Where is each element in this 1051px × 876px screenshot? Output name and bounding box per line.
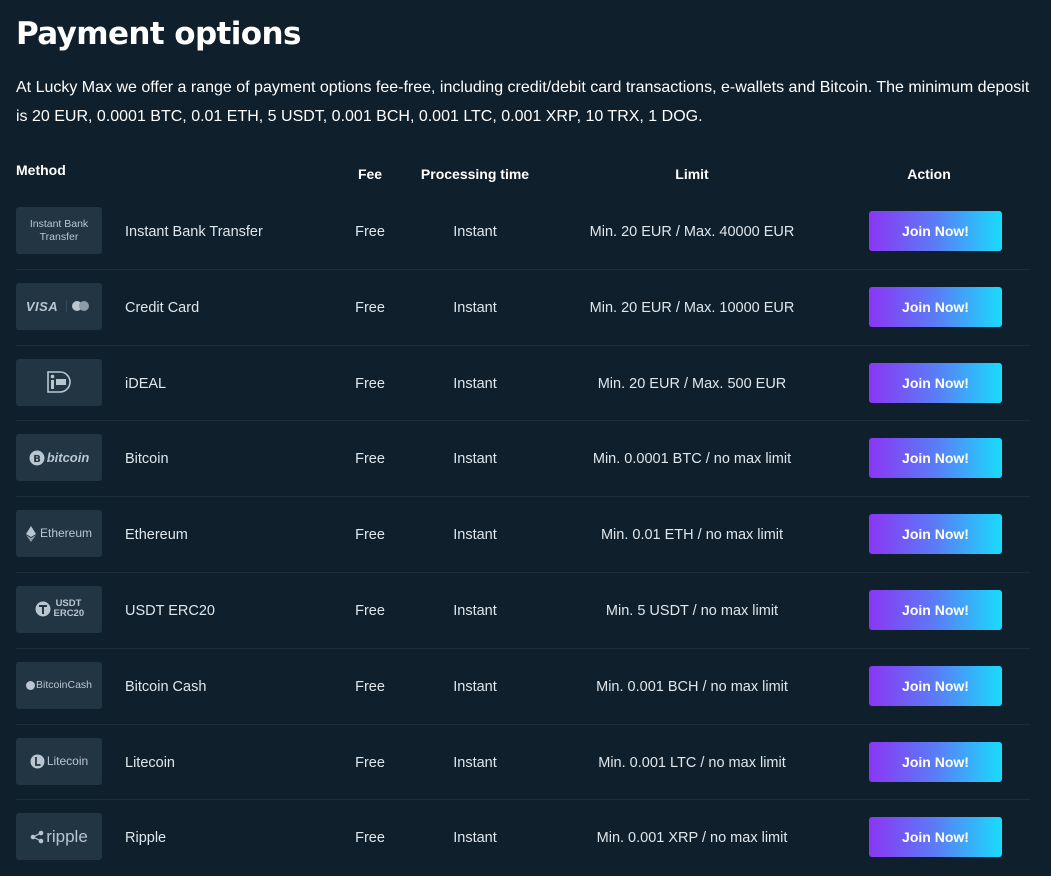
litecoin-icon (30, 754, 45, 769)
logo-text: Instant Bank Transfer (29, 217, 89, 243)
table-row: B bitcoin Bitcoin Free Instant Min. 0.00… (16, 421, 1030, 498)
fee-value: Free (355, 375, 385, 392)
limit-value: Min. 0.0001 BTC / no max limit (592, 451, 792, 468)
method-name: iDEAL (125, 375, 167, 392)
ripple-text: ripple (46, 827, 88, 847)
ripple-logo: ripple (16, 813, 102, 861)
fee-value: Free (355, 830, 385, 847)
limit-value: Min. 20 EUR / Max. 500 EUR (597, 375, 787, 392)
bitcoin-logo: B bitcoin (16, 434, 102, 482)
fee-value: Free (355, 451, 385, 468)
join-now-button[interactable]: Join Now! (869, 665, 1002, 706)
method-name: Bitcoin Cash (125, 678, 207, 695)
method-name: Bitcoin (125, 451, 169, 468)
join-now-button[interactable]: Join Now! (869, 514, 1002, 555)
processing-value: Instant (453, 375, 497, 392)
ideal-logo (16, 358, 102, 406)
fee-value: Free (355, 299, 385, 316)
processing-value: Instant (453, 754, 497, 771)
svg-text:B: B (33, 454, 41, 465)
table-row: iDEAL Free Instant Min. 20 EUR / Max. 50… (16, 346, 1030, 422)
method-name: Instant Bank Transfer (125, 224, 263, 240)
ideal-icon (47, 371, 71, 393)
bitcoin-icon: B (29, 450, 45, 466)
fee-value: Free (355, 754, 385, 771)
table-row: BitcoinCash Bitcoin Cash Free Instant Mi… (16, 649, 1030, 725)
tether-icon (35, 601, 50, 617)
join-now-button[interactable]: Join Now! (869, 362, 1002, 403)
fee-value: Free (355, 602, 385, 619)
table-row: Litecoin Litecoin Free Instant Min. 0.00… (16, 725, 1030, 801)
usdt-logo: USDT ERC20 (16, 585, 102, 633)
bitcoin-text: bitcoin (46, 450, 90, 466)
processing-value: Instant (453, 602, 497, 619)
limit-value: Min. 0.001 LTC / no max limit (598, 754, 786, 771)
header-method: Method (16, 162, 66, 178)
litecoin-text: Litecoin (46, 753, 89, 768)
table-row: USDT ERC20 USDT ERC20 Free Instant Min. … (16, 573, 1030, 649)
processing-value: Instant (453, 830, 497, 847)
bitcoin-cash-text: BitcoinCash (35, 678, 93, 691)
limit-value: Min. 0.001 XRP / no max limit (596, 830, 788, 847)
processing-value: Instant (453, 224, 497, 240)
table-row: ripple Ripple Free Instant Min. 0.001 XR… (16, 800, 1030, 876)
join-now-button[interactable]: Join Now! (869, 589, 1002, 630)
page-title: Payment options (16, 16, 301, 52)
limit-value: Min. 0.01 ETH / no max limit (600, 527, 784, 544)
header-action: Action (907, 166, 951, 182)
payment-methods-table: Instant Bank Transfer Instant Bank Trans… (16, 194, 1030, 876)
fee-value: Free (355, 224, 385, 240)
ethereum-icon (25, 525, 36, 542)
ripple-icon (30, 830, 44, 844)
join-now-button[interactable]: Join Now! (869, 741, 1002, 782)
join-now-button[interactable]: Join Now! (869, 286, 1002, 327)
limit-value: Min. 20 EUR / Max. 40000 EUR (589, 224, 795, 240)
processing-value: Instant (453, 451, 497, 468)
ethereum-logo: Ethereum (16, 510, 102, 558)
method-name: Ripple (125, 830, 167, 847)
bitcoin-cash-icon (25, 680, 35, 690)
method-name: Credit Card (125, 299, 200, 316)
usdt-text: USDT ERC20 (53, 598, 85, 620)
intro-paragraph: At Lucky Max we offer a range of payment… (16, 79, 1030, 125)
limit-value: Min. 5 USDT / no max limit (605, 602, 779, 619)
method-name: Litecoin (125, 754, 175, 771)
table-row: VISA Credit Card Free Instant Min. 20 EU… (16, 270, 1030, 346)
visa-mastercard-logo: VISA (16, 282, 102, 330)
bitcoin-cash-logo: BitcoinCash (16, 661, 102, 709)
limit-value: Min. 20 EUR / Max. 10000 EUR (589, 299, 795, 316)
processing-value: Instant (453, 299, 497, 316)
mastercard-icon (66, 300, 90, 313)
header-fee: Fee (357, 166, 383, 182)
header-limit: Limit (675, 166, 709, 182)
header-processing: Processing time (420, 166, 530, 182)
visa-text: VISA (25, 298, 59, 314)
ethereum-text: Ethereum (39, 526, 93, 541)
limit-value: Min. 0.001 BCH / no max limit (596, 678, 788, 695)
join-now-button[interactable]: Join Now! (869, 211, 1002, 251)
table-row: Ethereum Ethereum Free Instant Min. 0.01… (16, 497, 1030, 573)
processing-value: Instant (453, 678, 497, 695)
join-now-button[interactable]: Join Now! (869, 817, 1002, 858)
method-name: USDT ERC20 (125, 602, 215, 619)
join-now-button[interactable]: Join Now! (869, 438, 1002, 479)
processing-value: Instant (453, 527, 497, 544)
fee-value: Free (355, 527, 385, 544)
method-name: Ethereum (125, 527, 188, 544)
litecoin-logo: Litecoin (16, 737, 102, 785)
table-header: Method Fee Processing time Limit Action (16, 158, 1030, 182)
instant-bank-transfer-logo: Instant Bank Transfer (16, 207, 102, 254)
fee-value: Free (355, 678, 385, 695)
table-row: Instant Bank Transfer Instant Bank Trans… (16, 194, 1030, 270)
